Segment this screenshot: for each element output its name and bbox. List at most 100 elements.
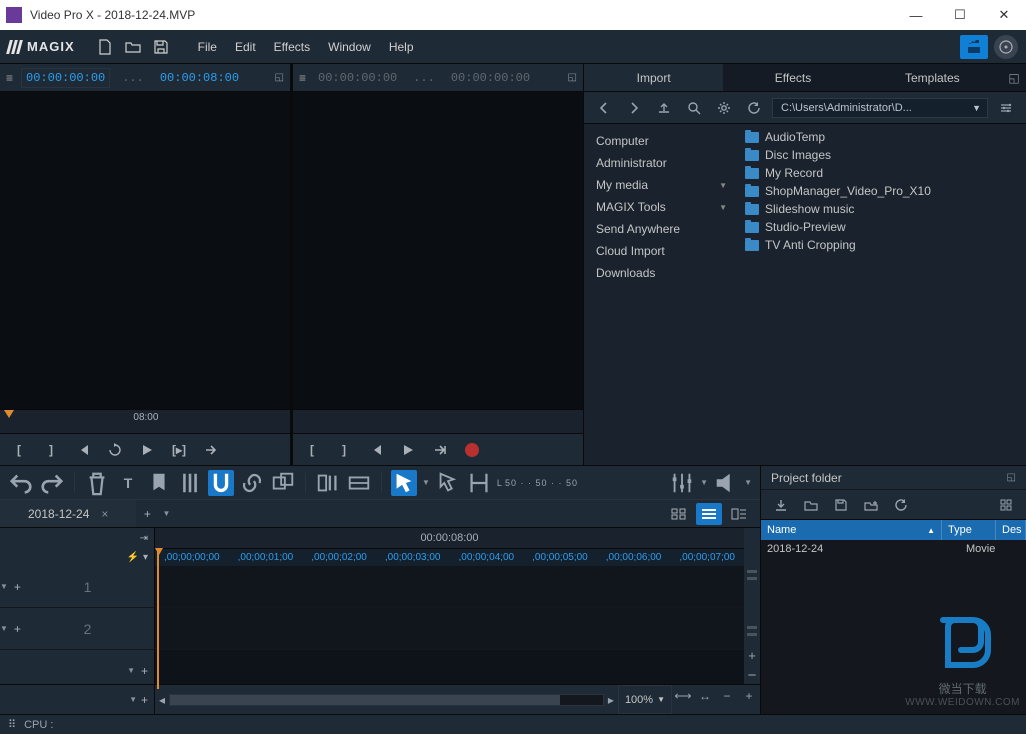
view-options-icon[interactable]	[994, 96, 1018, 120]
zoom-fit-button[interactable]: ⟷	[672, 685, 694, 707]
storyboard-view-button[interactable]	[666, 503, 692, 525]
title-button[interactable]: T	[115, 470, 141, 496]
range-end-icon[interactable]: ⇥	[140, 533, 148, 544]
disc-mode-button[interactable]	[994, 35, 1018, 59]
file-row[interactable]: ShopManager_Video_Pro_X10	[739, 182, 1026, 200]
loop-button[interactable]	[104, 439, 126, 461]
zoom-combo[interactable]: 100%▼	[618, 685, 672, 714]
dropdown-icon[interactable]: ▾	[143, 552, 148, 563]
program-ruler[interactable]	[293, 409, 583, 433]
go-to-start-button[interactable]	[365, 439, 387, 461]
tree-item[interactable]: My media▼	[584, 174, 739, 196]
track-header[interactable]: ▼+1	[0, 566, 154, 608]
group-button[interactable]	[270, 470, 296, 496]
menu-effects[interactable]: Effects	[267, 36, 317, 58]
program-out-timecode[interactable]: 00:00:00:00	[447, 69, 534, 87]
movie-tab[interactable]: 2018-12-24 ×	[0, 500, 136, 527]
window-maximize-button[interactable]: ☐	[938, 0, 982, 30]
menu-window[interactable]: Window	[321, 36, 378, 58]
play-button[interactable]	[136, 439, 158, 461]
popout-icon[interactable]: ◱	[568, 72, 577, 83]
tree-item[interactable]: Send Anywhere	[584, 218, 739, 240]
zoom-in-h-button[interactable]: −	[716, 685, 738, 707]
mute-button[interactable]	[713, 470, 739, 496]
file-row[interactable]: My Record	[739, 164, 1026, 182]
save-icon[interactable]	[149, 35, 173, 59]
source-out-timecode[interactable]: 00:00:08:00	[156, 69, 243, 87]
menu-help[interactable]: Help	[382, 36, 421, 58]
link-button[interactable]	[239, 470, 265, 496]
play-range-button[interactable]: [▸]	[168, 439, 190, 461]
timeline-timecodes[interactable]: ,00;00;00;00,00;00;01;00,00;00;02;00,00;…	[155, 548, 744, 566]
open-folder-icon[interactable]	[121, 35, 145, 59]
window-minimize-button[interactable]: —	[894, 0, 938, 30]
track-lane[interactable]	[155, 566, 744, 608]
mark-out-button[interactable]: ]	[40, 439, 62, 461]
tree-item[interactable]: Downloads	[584, 262, 739, 284]
playhead-marker-icon[interactable]	[4, 410, 14, 418]
project-row[interactable]: 2018-12-24 Movie	[761, 540, 1026, 558]
edit-tool[interactable]	[466, 470, 492, 496]
popout-icon[interactable]: ◱	[1007, 472, 1016, 483]
save-icon[interactable]	[829, 493, 853, 517]
tree-item[interactable]: Administrator	[584, 152, 739, 174]
record-button[interactable]	[461, 439, 483, 461]
split-button[interactable]	[177, 470, 203, 496]
overview-button[interactable]	[726, 503, 752, 525]
file-row[interactable]: Slideshow music	[739, 200, 1026, 218]
undo-button[interactable]	[8, 470, 34, 496]
dots-icon[interactable]: ⠿	[8, 718, 18, 731]
bolt-icon[interactable]: ⚡	[127, 552, 139, 563]
timeline-view-button[interactable]	[696, 503, 722, 525]
track-header[interactable]: ▼+	[0, 650, 154, 684]
delete-button[interactable]	[84, 470, 110, 496]
close-tab-icon[interactable]: ×	[101, 507, 108, 521]
pointer-tool[interactable]	[391, 470, 417, 496]
file-row[interactable]: Studio-Preview	[739, 218, 1026, 236]
project-table-header[interactable]: Name▲ Type Des	[761, 520, 1026, 540]
timeline-top-ruler[interactable]: 00:00:08:00	[155, 528, 744, 548]
go-to-end-button[interactable]	[429, 439, 451, 461]
add-folder-icon[interactable]	[859, 493, 883, 517]
play-button[interactable]	[397, 439, 419, 461]
zoom-out-h-button[interactable]: +	[738, 685, 760, 707]
ripple-button[interactable]	[315, 470, 341, 496]
add-movie-button[interactable]: +	[136, 507, 158, 521]
playhead-line[interactable]	[157, 549, 159, 689]
marker-button[interactable]	[146, 470, 172, 496]
mark-in-button[interactable]: [	[301, 439, 323, 461]
import-icon[interactable]	[769, 493, 793, 517]
file-row[interactable]: AudioTemp	[739, 128, 1026, 146]
track-header[interactable]: ▼+2	[0, 608, 154, 650]
menu-edit[interactable]: Edit	[228, 36, 263, 58]
view-grid-icon[interactable]	[994, 493, 1018, 517]
nav-forward-button[interactable]	[622, 96, 646, 120]
overwrite-button[interactable]	[346, 470, 372, 496]
source-in-timecode[interactable]: 00:00:00:00	[21, 68, 110, 88]
new-file-icon[interactable]	[93, 35, 117, 59]
snap-button[interactable]	[208, 470, 234, 496]
go-to-start-button[interactable]	[72, 439, 94, 461]
timeline-hscrollbar[interactable]: ◂ ▸	[155, 685, 618, 714]
file-row[interactable]: Disc Images	[739, 146, 1026, 164]
tree-item[interactable]: Cloud Import	[584, 240, 739, 262]
insert-button[interactable]	[200, 439, 222, 461]
popout-icon[interactable]: ◱	[275, 72, 284, 83]
program-viewport[interactable]	[293, 92, 583, 409]
tab-effects[interactable]: Effects	[723, 64, 862, 91]
refresh-icon[interactable]	[889, 493, 913, 517]
nav-up-button[interactable]	[652, 96, 676, 120]
zoom-all-button[interactable]: ↔	[694, 685, 716, 707]
panel-menu-icon[interactable]: ≡	[299, 71, 306, 85]
mark-in-button[interactable]: [	[8, 439, 30, 461]
path-combobox[interactable]: C:\Users\Administrator\D... ▼	[772, 98, 988, 118]
tree-item[interactable]: MAGIX Tools▼	[584, 196, 739, 218]
tree-item[interactable]: Computer	[584, 130, 739, 152]
program-in-timecode[interactable]: 00:00:00:00	[314, 69, 401, 87]
movie-mode-button[interactable]	[960, 35, 988, 59]
track-lane[interactable]	[155, 608, 744, 650]
nav-back-button[interactable]	[592, 96, 616, 120]
menu-file[interactable]: File	[191, 36, 224, 58]
timeline-vscrollbar[interactable]: + −	[744, 566, 760, 684]
redo-button[interactable]	[39, 470, 65, 496]
